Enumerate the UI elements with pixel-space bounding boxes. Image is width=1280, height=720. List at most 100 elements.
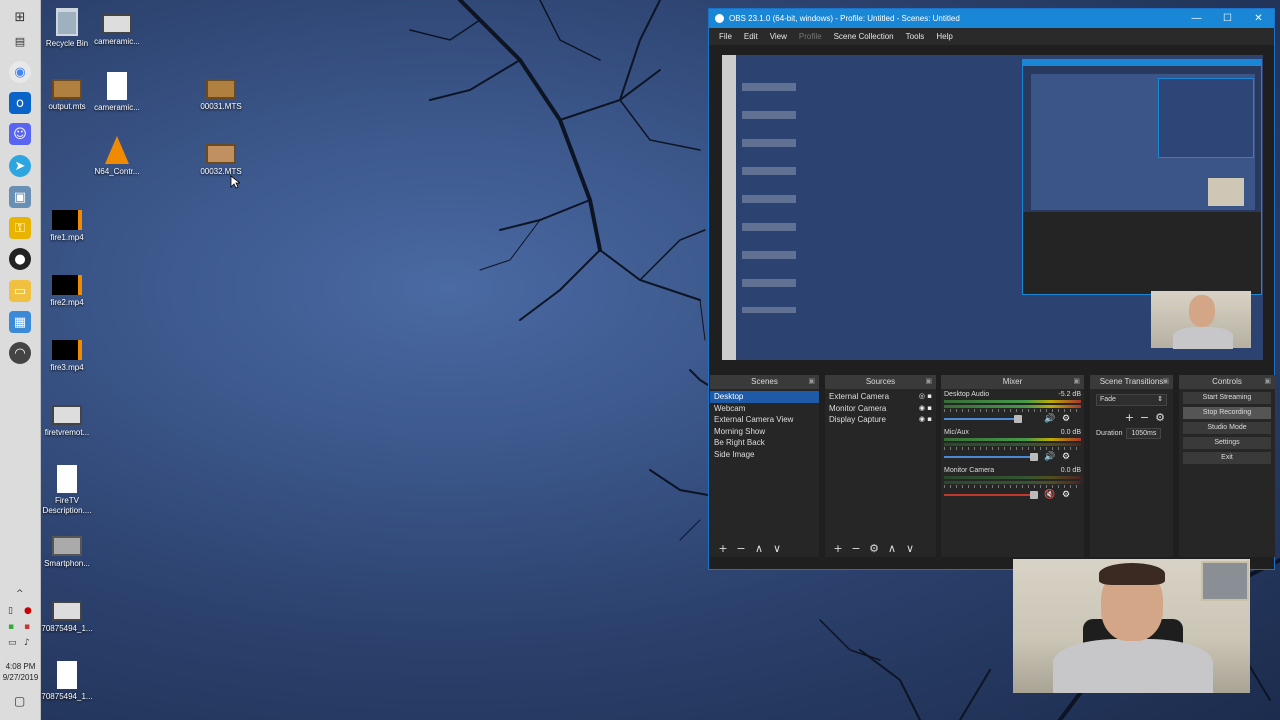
gear-icon[interactable]: ⚙ [1155, 411, 1165, 424]
desktop-icon-fire2[interactable]: fire2.mp4 [37, 275, 97, 308]
scene-item[interactable]: Webcam [714, 403, 815, 415]
desktop-icon-00031[interactable]: 00031.MTS [191, 79, 251, 112]
source-item[interactable]: Display Capture ◉ ▪ [829, 414, 932, 426]
remove-icon[interactable]: − [734, 542, 748, 555]
desktop-icon-cameramic-file[interactable]: cameramic... [87, 72, 147, 113]
desktop-icon-smartphone[interactable]: Smartphon... [37, 536, 97, 569]
stop-recording-button[interactable]: Stop Recording [1183, 407, 1271, 419]
controls-panel: Controls ▣ Start Streaming Stop Recording… [1179, 375, 1275, 557]
volume-slider[interactable]: 🔊 ⚙ [944, 452, 1081, 462]
tray-record-icon[interactable]: ● [24, 606, 32, 616]
volume-slider[interactable]: 🔇 ⚙ [944, 490, 1081, 500]
close-icon[interactable]: ✕ [1243, 13, 1274, 24]
keepass-icon[interactable]: ⚿ [9, 217, 31, 239]
desktop-icon-fire1[interactable]: fire1.mp4 [37, 210, 97, 243]
menu-tools[interactable]: Tools [906, 32, 925, 41]
scene-item[interactable]: Side Image [714, 449, 815, 461]
task-view-icon[interactable]: ▤ [9, 30, 31, 52]
add-icon[interactable]: + [716, 542, 730, 555]
gear-icon[interactable]: ⚙ [1062, 452, 1070, 462]
undock-icon[interactable]: ▣ [925, 375, 932, 389]
gear-icon[interactable]: ⚙ [1062, 490, 1070, 500]
undock-icon[interactable]: ▣ [808, 375, 815, 389]
menu-edit[interactable]: Edit [744, 32, 758, 41]
eye-lock-icon[interactable]: ◉ ▪ [919, 414, 932, 426]
controls-header: Controls ▣ [1179, 375, 1275, 389]
volume-icon[interactable]: ♪ [24, 638, 30, 648]
exit-button[interactable]: Exit [1183, 452, 1271, 464]
telegram-icon[interactable]: ➤ [9, 155, 31, 177]
remove-icon[interactable]: − [1140, 411, 1149, 424]
gear-icon[interactable]: ⚙ [1062, 414, 1070, 424]
desktop-icon-70875494-file[interactable]: 70875494_1... [37, 661, 97, 702]
tray-app-icon[interactable]: ▪ [24, 622, 30, 632]
wall-painting [1201, 561, 1249, 601]
sources-panel: Sources ▣ External Camera ◎ ▪ Monitor Came… [825, 375, 936, 557]
scene-item[interactable]: External Camera View [714, 414, 815, 426]
tray-icon[interactable]: ▯ [8, 606, 13, 616]
video-file-icon [206, 144, 236, 164]
settings-button[interactable]: Settings [1183, 437, 1271, 449]
menu-view[interactable]: View [770, 32, 787, 41]
eye-lock-icon[interactable]: ◉ ▪ [919, 403, 932, 415]
speaker-muted-icon[interactable]: 🔇 [1044, 490, 1055, 500]
menu-scene-collection[interactable]: Scene Collection [834, 32, 894, 41]
move-down-icon[interactable]: ∨ [903, 542, 917, 555]
clock-time[interactable]: 4:08 PM [0, 661, 41, 672]
desktop-icon-70875494-image[interactable]: 70875494_1... [37, 601, 97, 634]
obs-preview[interactable] [722, 55, 1263, 360]
add-icon[interactable]: + [1125, 411, 1134, 424]
speaker-icon[interactable]: 🔊 [1044, 414, 1055, 424]
menu-file[interactable]: File [719, 32, 732, 41]
obs-icon[interactable]: ● [9, 248, 31, 270]
duration-input[interactable]: 1050ms [1126, 428, 1162, 439]
menu-help[interactable]: Help [936, 32, 952, 41]
desktop-icon-n64[interactable]: N64_Contr... [87, 136, 147, 177]
transition-select[interactable]: Fade ⇕ [1096, 394, 1167, 406]
action-center-icon[interactable]: ▢ [14, 694, 25, 708]
source-item[interactable]: External Camera ◎ ▪ [829, 391, 932, 403]
scene-item[interactable]: Morning Show [714, 426, 815, 438]
network-icon[interactable]: ▭ [8, 638, 17, 648]
scene-item[interactable]: Desktop [710, 391, 819, 403]
studio-mode-button[interactable]: Studio Mode [1183, 422, 1271, 434]
chevron-up-icon[interactable]: ^ [16, 589, 24, 599]
start-icon[interactable]: ⊞ [9, 6, 31, 28]
minimize-icon[interactable]: — [1181, 13, 1212, 24]
desktop-icon-00032[interactable]: 00032.MTS [191, 144, 251, 177]
desktop-icon-firetv-description[interactable]: FireTV Description.... [37, 465, 97, 516]
undock-icon[interactable]: ▣ [1162, 375, 1169, 389]
move-up-icon[interactable]: ∧ [752, 542, 766, 555]
obs-titlebar[interactable]: OBS 23.1.0 (64-bit, windows) - Profile: … [709, 9, 1274, 28]
speaker-icon[interactable]: 🔊 [1044, 452, 1055, 462]
outlook-icon[interactable]: o [9, 92, 31, 114]
undock-icon[interactable]: ▣ [1264, 375, 1271, 389]
scene-item[interactable]: Be Right Back [714, 437, 815, 449]
dashboard-icon[interactable]: ◠ [9, 342, 31, 364]
taskbar: ⊞ ▤ ◉ o ☺ ➤ ▣ ⚿ ● ▭ ▦ ◠ ^ ▯ ● ▪ ▪ ▭ ♪ 4:… [0, 0, 41, 720]
clock-date[interactable]: 9/27/2019 [0, 672, 41, 683]
undock-icon[interactable]: ▣ [1073, 375, 1080, 389]
desktop-icon-cameramic-video[interactable]: cameramic... [87, 14, 147, 47]
gear-icon[interactable]: ⚙ [867, 542, 881, 555]
source-item[interactable]: Monitor Camera ◉ ▪ [829, 403, 932, 415]
eye-lock-icon[interactable]: ◎ ▪ [919, 391, 932, 403]
chrome-icon[interactable]: ◉ [9, 61, 31, 83]
tray-nvidia-icon[interactable]: ▪ [8, 622, 14, 632]
move-down-icon[interactable]: ∨ [770, 542, 784, 555]
discord-icon[interactable]: ☺ [9, 123, 31, 145]
maximize-icon[interactable]: ☐ [1212, 13, 1243, 24]
start-streaming-button[interactable]: Start Streaming [1183, 392, 1271, 404]
desktop-icon-fire3[interactable]: fire3.mp4 [37, 340, 97, 373]
meter-ticks [944, 485, 1081, 488]
app-window-icon[interactable]: ▦ [9, 311, 31, 333]
file-explorer-icon[interactable]: ▭ [9, 280, 31, 302]
remove-icon[interactable]: − [849, 542, 863, 555]
app-icon[interactable]: ▣ [9, 186, 31, 208]
move-up-icon[interactable]: ∧ [885, 542, 899, 555]
desktop-icon-firetvremote[interactable]: firetvremot... [37, 405, 97, 438]
volume-slider[interactable]: 🔊 ⚙ [944, 414, 1081, 424]
image-file-icon [52, 601, 82, 621]
add-icon[interactable]: + [831, 542, 845, 555]
menu-profile[interactable]: Profile [799, 32, 822, 41]
